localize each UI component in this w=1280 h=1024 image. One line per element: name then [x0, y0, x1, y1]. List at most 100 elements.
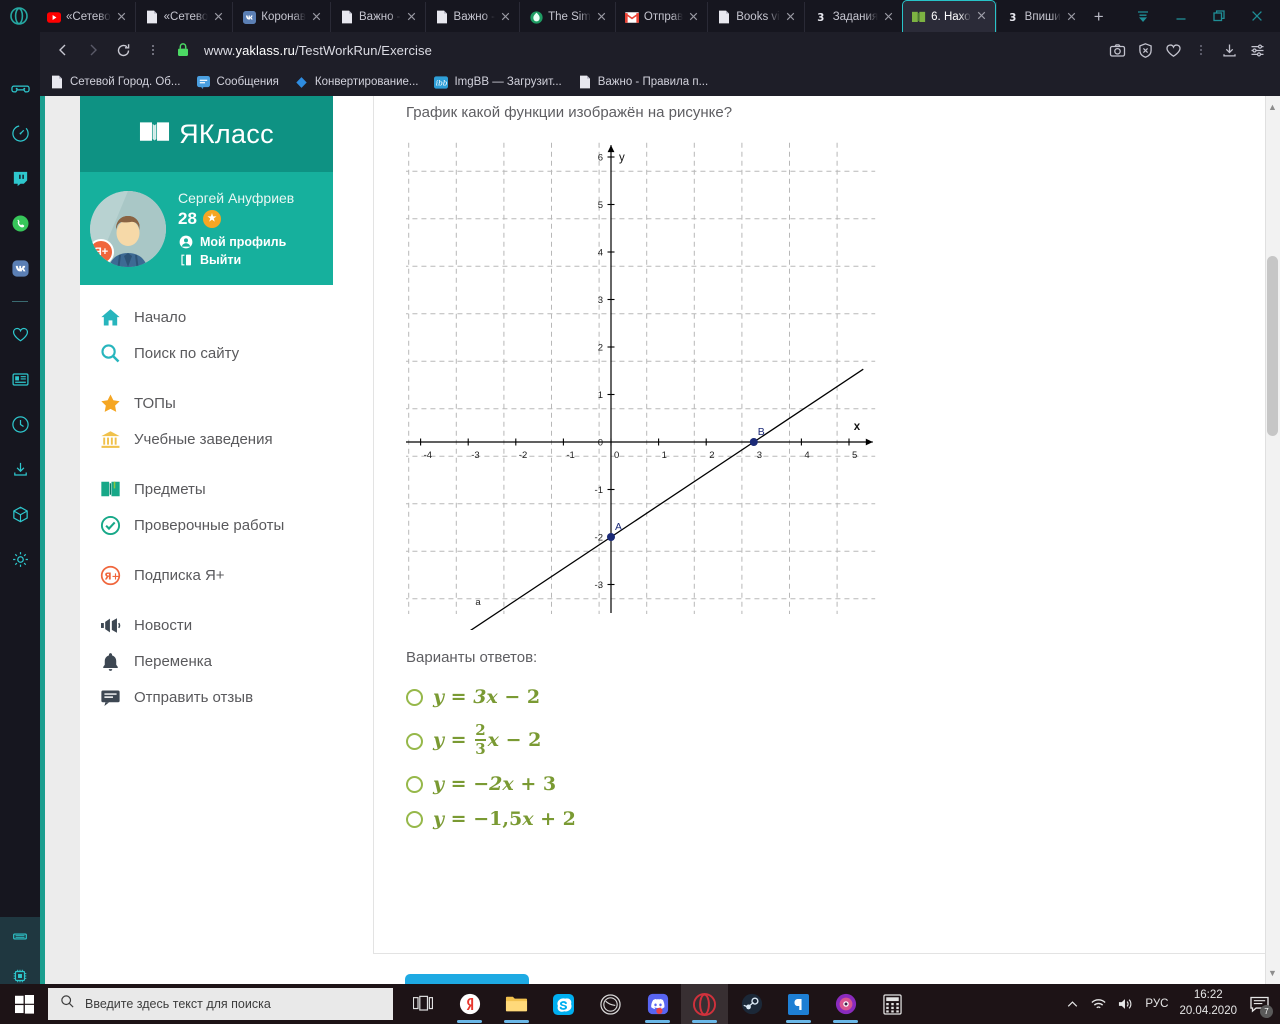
tab-menu-icon[interactable] [1124, 0, 1162, 32]
close-icon[interactable] [1238, 0, 1276, 32]
heart-icon[interactable] [1160, 37, 1186, 63]
taskbar-clock[interactable]: 16:22 20.04.2020 [1179, 988, 1237, 1019]
radio-button-2[interactable] [406, 732, 423, 750]
lock-icon[interactable] [170, 37, 196, 63]
twitch-icon[interactable] [0, 156, 40, 201]
radio-button-3[interactable] [406, 775, 423, 793]
tab-close-icon[interactable] [976, 10, 989, 23]
sidebar-item-home[interactable]: Начало [80, 299, 333, 335]
browser-tab[interactable]: Books vi [707, 2, 803, 32]
dots-icon[interactable] [1188, 37, 1214, 63]
language-indicator[interactable]: РУС [1145, 998, 1168, 1010]
downloads-icon[interactable] [0, 447, 40, 492]
taskbar-search-box[interactable]: Введите здесь текст для поиска [48, 988, 393, 1020]
minimize-icon[interactable] [1162, 0, 1200, 32]
scrollbar-thumb[interactable] [1267, 256, 1278, 436]
tab-close-icon[interactable] [213, 11, 226, 24]
settings-gear-icon[interactable] [0, 537, 40, 582]
bookmark-item[interactable]: Сетевой Город. Об... [50, 75, 180, 89]
browser-tab[interactable]: 3 Задания [803, 2, 902, 32]
radio-button-4[interactable] [406, 810, 423, 828]
yandex-icon[interactable] [446, 984, 493, 1024]
answer-option-4[interactable]: y = −1,5x + 2 [406, 808, 576, 830]
wifi-icon[interactable] [1090, 997, 1107, 1011]
whatsapp-icon[interactable] [0, 201, 40, 246]
browser-tab[interactable]: Важно - [424, 2, 520, 32]
chevron-up-icon[interactable] [1066, 998, 1079, 1011]
speed-dial-icon[interactable] [0, 111, 40, 156]
forward-icon[interactable] [80, 37, 106, 63]
download-icon[interactable] [1216, 37, 1242, 63]
history-icon[interactable] [0, 402, 40, 447]
page-scrollbar[interactable]: ▲ ▼ [1265, 96, 1280, 984]
sidebar-item-speech-bubble[interactable]: Отправить отзыв [80, 679, 333, 715]
heart-icon[interactable] [0, 312, 40, 357]
discord-alt-icon[interactable] [587, 984, 634, 1024]
browser-tab-active[interactable]: 6. Нахо [902, 0, 996, 32]
tab-close-icon[interactable] [883, 11, 896, 24]
sidebar-item-ya-plus[interactable]: Я+ Подписка Я+ [80, 557, 333, 593]
browser-tab[interactable]: Отправ [614, 2, 707, 32]
scroll-up-arrow-icon[interactable]: ▲ [1267, 100, 1278, 114]
restore-icon[interactable] [1200, 0, 1238, 32]
disc-icon[interactable] [822, 984, 869, 1024]
sidebar-item-bell[interactable]: Переменка [80, 643, 333, 679]
action-center-icon[interactable]: 7 [1248, 993, 1273, 1018]
address-bar[interactable]: www.yaklass.ru/TestWorkRun/Exercise [200, 37, 1100, 63]
answer-option-2[interactable]: y = 2 3 x − 2 [406, 723, 541, 758]
yaklass-logo[interactable]: ЯКласс [80, 96, 333, 172]
answer-option-1[interactable]: y = 3x − 2 [406, 686, 540, 708]
tab-close-icon[interactable] [1066, 11, 1079, 24]
my-profile-link[interactable]: Мой профиль [178, 235, 294, 250]
page-menu-dots-icon[interactable] [140, 37, 166, 63]
new-tab-button[interactable]: + [1085, 2, 1113, 32]
sidebar-item-star[interactable]: ТОПы [80, 385, 333, 421]
submit-answer-button[interactable]: Ответить! [405, 974, 529, 984]
gamepad-icon[interactable] [0, 66, 40, 111]
easy-setup-icon[interactable] [1244, 37, 1270, 63]
sidebar-item-search[interactable]: Поиск по сайту [80, 335, 333, 371]
radio-button-1[interactable] [406, 688, 423, 706]
bookmark-item[interactable]: Конвертирование... [295, 75, 418, 89]
opera-icon[interactable] [681, 984, 728, 1024]
discord-icon[interactable] [634, 984, 681, 1024]
tab-close-icon[interactable] [311, 11, 324, 24]
tab-close-icon[interactable] [500, 11, 513, 24]
bookmark-item[interactable]: ibb ImgBB — Загрузит... [434, 75, 562, 89]
tab-close-icon[interactable] [785, 11, 798, 24]
tab-close-icon[interactable] [406, 11, 419, 24]
skype-icon[interactable] [540, 984, 587, 1024]
browser-tab[interactable]: «Сетево [134, 2, 233, 32]
browser-tab[interactable]: Важно - [330, 2, 425, 32]
browser-tab[interactable]: 3 Впиши [995, 2, 1085, 32]
answer-option-3[interactable]: y = −2x + 3 [406, 773, 556, 795]
avatar[interactable]: Я+ [90, 190, 166, 267]
vk-icon[interactable] [0, 246, 40, 291]
steam-icon[interactable] [728, 984, 775, 1024]
sidebar-item-megaphone[interactable]: Новости [80, 607, 333, 643]
news-icon[interactable] [0, 357, 40, 402]
volume-icon[interactable] [1118, 997, 1134, 1011]
tab-close-icon[interactable] [596, 11, 609, 24]
adblock-shield-icon[interactable] [1132, 37, 1158, 63]
snapshot-icon[interactable] [1104, 37, 1130, 63]
sidebar-item-books[interactable]: Предметы [80, 471, 333, 507]
extensions-icon[interactable] [0, 492, 40, 537]
browser-tab[interactable]: Коронав [232, 2, 330, 32]
gismeteo-icon[interactable] [775, 984, 822, 1024]
task-view-icon[interactable] [399, 984, 446, 1024]
tab-close-icon[interactable] [688, 11, 701, 24]
back-icon[interactable] [50, 37, 76, 63]
reload-icon[interactable] [110, 37, 136, 63]
bookmark-item[interactable]: Сообщения [196, 75, 279, 89]
scroll-down-arrow-icon[interactable]: ▼ [1267, 966, 1278, 980]
calculator-icon[interactable] [869, 984, 916, 1024]
bookmark-item[interactable]: Важно - Правила п... [578, 75, 708, 89]
start-button[interactable] [0, 984, 48, 1024]
tab-close-icon[interactable] [116, 11, 129, 24]
browser-tab[interactable]: «Сетево [38, 2, 135, 32]
sidebar-item-check-circle[interactable]: Проверочные работы [80, 507, 333, 543]
browser-tab[interactable]: The Sim [519, 2, 615, 32]
workspace-icon[interactable] [0, 917, 40, 962]
explorer-icon[interactable] [493, 984, 540, 1024]
